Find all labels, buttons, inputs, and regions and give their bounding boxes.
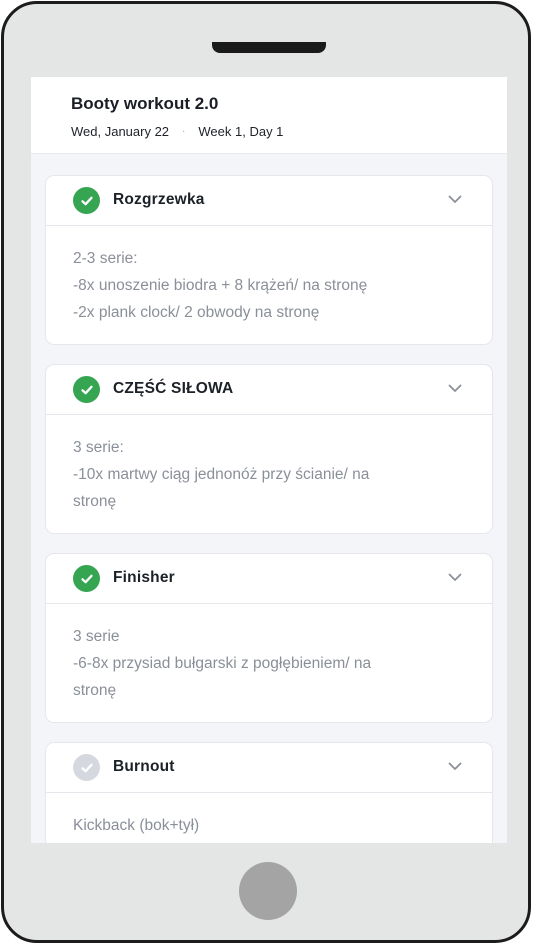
section-card-burnout: Burnout Kickback (bok+tył) <box>45 742 493 843</box>
section-line: 3 serie <box>73 628 120 645</box>
section-line: 3 serie: <box>73 439 124 456</box>
section-header[interactable]: Burnout <box>46 743 492 793</box>
chevron-down-icon[interactable] <box>448 762 462 771</box>
section-title: Finisher <box>113 569 175 586</box>
section-body: 2-3 serie: -8x unoszenie biodra + 8 krąż… <box>46 226 492 344</box>
phone-speaker <box>212 42 326 53</box>
section-title: CZĘŚĆ SIŁOWA <box>113 380 234 397</box>
section-line: 2-3 serie: <box>73 250 138 267</box>
section-header[interactable]: Rozgrzewka <box>46 176 492 226</box>
subtitle-separator: · <box>182 126 186 137</box>
check-icon[interactable] <box>73 376 100 403</box>
chevron-down-icon[interactable] <box>448 195 462 204</box>
check-icon[interactable] <box>73 565 100 592</box>
section-header[interactable]: CZĘŚĆ SIŁOWA <box>46 365 492 415</box>
section-card-finisher: Finisher 3 serie -6-8x przysiad bułgarsk… <box>45 553 493 723</box>
section-header[interactable]: Finisher <box>46 554 492 604</box>
section-body: 3 serie: -10x martwy ciąg jednonóż przy … <box>46 415 492 533</box>
section-line: -6-8x przysiad bułgarski z pogłębieniem/… <box>73 655 372 672</box>
chevron-down-icon[interactable] <box>448 573 462 582</box>
section-title: Rozgrzewka <box>113 191 205 208</box>
workout-week-day: Week 1, Day 1 <box>198 124 284 139</box>
section-body: 3 serie -6-8x przysiad bułgarski z pogłę… <box>46 604 492 722</box>
section-line: -2x plank clock/ 2 obwody na stronę <box>73 304 320 321</box>
section-title: Burnout <box>113 758 175 775</box>
check-icon[interactable] <box>73 754 100 781</box>
phone-frame: Booty workout 2.0 Wed, January 22 · Week… <box>1 1 531 943</box>
workout-date: Wed, January 22 <box>71 124 170 139</box>
section-card-rozgrzewka: Rozgrzewka 2-3 serie: -8x unoszenie biod… <box>45 175 493 345</box>
section-line: Kickback (bok+tył) <box>73 817 200 834</box>
home-button[interactable] <box>239 862 297 920</box>
section-line: -10x martwy ciąg jednonóż przy ścianie/ … <box>73 466 370 483</box>
workout-subtitle: Wed, January 22 · Week 1, Day 1 <box>71 124 283 139</box>
check-icon[interactable] <box>73 187 100 214</box>
workout-title: Booty workout 2.0 <box>71 94 219 113</box>
workout-header: Booty workout 2.0 Wed, January 22 · Week… <box>31 77 507 154</box>
section-card-czesc-silowa: CZĘŚĆ SIŁOWA 3 serie: -10x martwy ciąg j… <box>45 364 493 534</box>
section-line: stronę <box>73 682 117 699</box>
chevron-down-icon[interactable] <box>448 384 462 393</box>
section-body: Kickback (bok+tył) <box>46 793 492 843</box>
section-line: -8x unoszenie biodra + 8 krążeń/ na stro… <box>73 277 368 294</box>
section-line: stronę <box>73 493 117 510</box>
app-screen: Booty workout 2.0 Wed, January 22 · Week… <box>31 77 507 843</box>
